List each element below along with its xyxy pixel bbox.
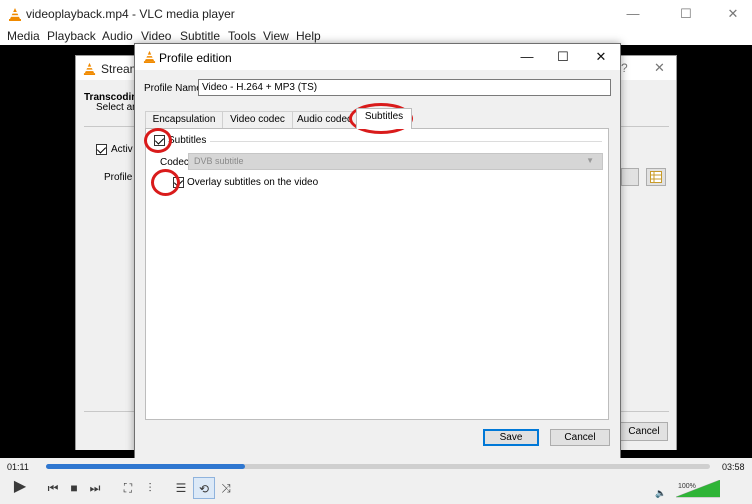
- minimize-button[interactable]: —: [610, 0, 656, 28]
- tab-subtitles[interactable]: Subtitles: [356, 108, 412, 129]
- volume-slider[interactable]: [676, 480, 720, 498]
- tab-audio-codec[interactable]: Audio codec: [292, 111, 357, 128]
- elapsed-time: 01:11: [7, 462, 29, 472]
- menu-playback[interactable]: Playback: [47, 29, 96, 43]
- vlc-cone-icon: [9, 8, 21, 21]
- profile-name-label: Profile Name: [144, 83, 202, 94]
- subtitles-tab-panel: Subtitles Codec DVB subtitle ▼ Overlay s…: [145, 128, 609, 420]
- tab-encapsulation[interactable]: Encapsulation: [145, 111, 223, 128]
- vlc-cone-icon: [143, 50, 156, 63]
- codec-label: Codec: [160, 157, 189, 168]
- transcoding-subheading: Select an: [96, 102, 138, 113]
- cancel-button[interactable]: Cancel: [550, 429, 610, 446]
- chevron-down-icon: ▼: [586, 156, 594, 165]
- maximize-button[interactable]: ☐: [663, 0, 709, 28]
- help-icon[interactable]: ?: [621, 61, 628, 75]
- player-controls: 01:11 03:58 ▶ ⏮ ■ ⏭ ⛶ ⫶ ☰ ⟲ ⤨ 🔈 100%: [0, 458, 752, 504]
- menu-help[interactable]: Help: [296, 29, 321, 43]
- overlay-subtitles-checkbox[interactable]: [173, 177, 184, 188]
- new-profile-button[interactable]: [646, 168, 666, 186]
- next-icon[interactable]: ⏭: [84, 477, 106, 499]
- vlc-cone-icon: [83, 62, 96, 75]
- menu-media[interactable]: Media: [7, 29, 40, 43]
- edit-profile-button[interactable]: [621, 168, 639, 186]
- seek-bar-fill: [46, 464, 246, 469]
- profile-dialog-title-bar: Profile edition — ☐ ✕: [135, 44, 620, 70]
- window-title: videoplayback.mp4 - VLC media player: [26, 7, 235, 21]
- activate-transcoding-checkbox[interactable]: [96, 144, 107, 155]
- minimize-button[interactable]: —: [509, 44, 545, 70]
- loop-icon[interactable]: ⟲: [193, 477, 215, 499]
- shuffle-icon[interactable]: ⤨: [215, 477, 237, 499]
- previous-icon[interactable]: ⏮: [42, 477, 64, 499]
- codec-select[interactable]: DVB subtitle ▼: [188, 153, 603, 170]
- stream-close-button[interactable]: ✕: [654, 60, 665, 76]
- total-time: 03:58: [722, 462, 745, 472]
- stream-cancel-button[interactable]: Cancel: [620, 422, 668, 441]
- menu-audio[interactable]: Audio: [102, 29, 133, 43]
- play-icon[interactable]: ▶: [8, 476, 32, 500]
- playlist-icon[interactable]: ☰: [170, 477, 192, 499]
- stop-icon[interactable]: ■: [63, 477, 85, 499]
- profile-name-input[interactable]: Video - H.264 + MP3 (TS): [198, 79, 611, 96]
- menu-video[interactable]: Video: [141, 29, 171, 43]
- menu-view[interactable]: View: [263, 29, 289, 43]
- profile-dialog-title: Profile edition: [159, 51, 232, 65]
- extended-settings-icon[interactable]: ⫶: [139, 477, 161, 499]
- table-icon: [650, 171, 662, 183]
- codec-select-value: DVB subtitle: [194, 156, 244, 166]
- profile-edition-dialog: Profile edition — ☐ ✕ Profile Name Video…: [134, 43, 621, 461]
- subtitles-label: Subtitles: [168, 135, 207, 146]
- subtitles-checkbox[interactable]: [154, 135, 165, 146]
- vlc-title-bar: videoplayback.mp4 - VLC media player — ☐…: [0, 0, 752, 28]
- overlay-subtitles-label: Overlay subtitles on the video: [187, 177, 319, 188]
- seek-bar[interactable]: [46, 464, 710, 469]
- menu-subtitle[interactable]: Subtitle: [180, 29, 220, 43]
- group-divider: [210, 141, 602, 142]
- tab-video-codec[interactable]: Video codec: [222, 111, 293, 128]
- menu-tools[interactable]: Tools: [228, 29, 256, 43]
- fullscreen-icon[interactable]: ⛶: [117, 477, 139, 499]
- save-button[interactable]: Save: [483, 429, 539, 446]
- close-button[interactable]: ✕: [583, 44, 619, 70]
- activate-transcoding-label: Activ: [111, 144, 133, 155]
- close-button[interactable]: ✕: [710, 0, 752, 28]
- speaker-icon[interactable]: 🔈: [655, 488, 666, 499]
- profile-label: Profile: [104, 172, 133, 183]
- maximize-button[interactable]: ☐: [545, 44, 581, 70]
